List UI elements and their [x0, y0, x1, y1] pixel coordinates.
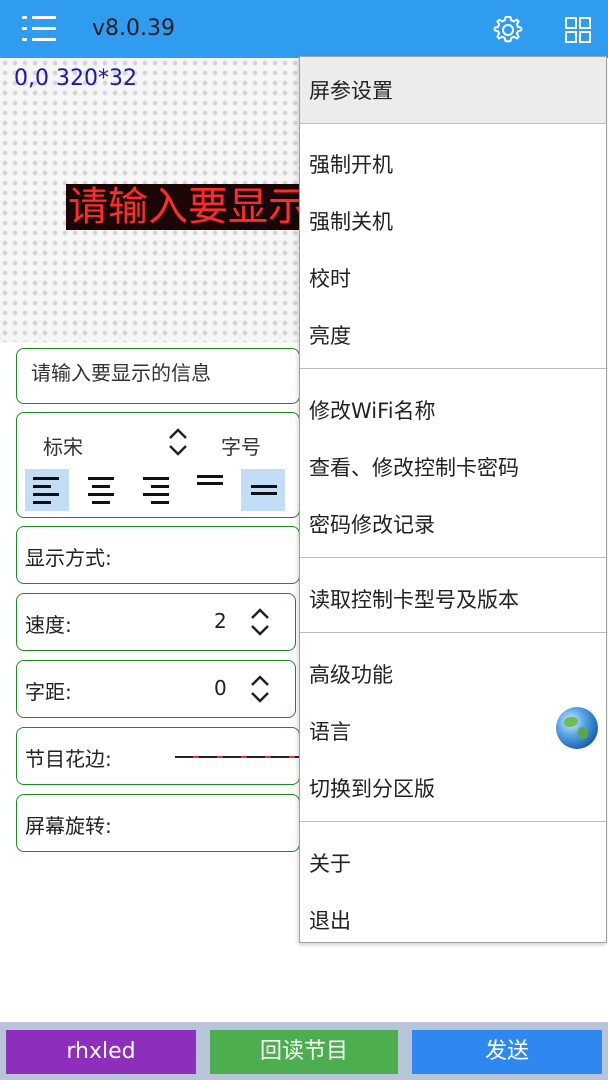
menu-item-force-off[interactable]: 强制关机 — [309, 206, 393, 236]
display-mode-label: 显示方式: — [25, 546, 112, 570]
top-bar: v8.0.39 — [0, 0, 608, 58]
menu-item-screen-params[interactable]: 屏参设置 — [309, 75, 393, 105]
align-right-icon[interactable] — [133, 469, 177, 511]
border-row[interactable]: 节目花边: — [16, 727, 301, 785]
menu-item-wifi-name[interactable]: 修改WiFi名称 — [309, 395, 436, 425]
align-left-icon[interactable] — [25, 469, 69, 511]
message-placeholder: 请输入要显示的信息 — [31, 361, 211, 385]
preview-coords: 0,0 320*32 — [14, 66, 137, 91]
display-mode-row[interactable]: 显示方式: — [16, 526, 300, 584]
border-label: 节目花边: — [25, 747, 112, 771]
dropdown-menu: 屏参设置 强制开机 强制关机 校时 亮度 修改WiFi名称 查看、修改控制卡密码… — [299, 56, 607, 943]
globe-icon[interactable] — [556, 707, 598, 749]
speed-label: 速度: — [25, 613, 72, 637]
menu-item-advanced[interactable]: 高级功能 — [309, 659, 393, 689]
speed-spinner-icon[interactable] — [249, 606, 271, 638]
menu-item-password-log[interactable]: 密码修改记录 — [309, 509, 435, 539]
led-text-area[interactable]: 请输入要显示的信息 — [66, 184, 300, 230]
menu-icon[interactable] — [22, 16, 56, 42]
font-size-label[interactable]: 字号 — [221, 431, 261, 460]
grid-icon[interactable] — [564, 16, 592, 44]
border-preview — [175, 756, 301, 758]
version-label: v8.0.39 — [92, 16, 175, 41]
menu-item-about[interactable]: 关于 — [309, 848, 351, 878]
send-button[interactable]: 发送 — [412, 1030, 602, 1074]
spacing-value: 0 — [214, 676, 227, 700]
speed-row: 速度: 2 — [16, 593, 296, 651]
font-settings-card: 标宋 字号 — [16, 412, 300, 518]
speed-value: 2 — [214, 609, 227, 633]
gear-icon[interactable] — [492, 14, 524, 46]
menu-item-brightness[interactable]: 亮度 — [309, 320, 351, 350]
align-top-icon[interactable] — [187, 469, 231, 511]
menu-item-exit[interactable]: 退出 — [309, 905, 351, 935]
menu-item-sync-time[interactable]: 校时 — [309, 263, 351, 293]
spacing-label: 字距: — [25, 680, 72, 704]
align-center-icon[interactable] — [79, 469, 123, 511]
rhxled-button[interactable]: rhxled — [6, 1030, 196, 1074]
spacing-row: 字距: 0 — [16, 660, 296, 718]
menu-item-language[interactable]: 语言 — [309, 716, 351, 746]
menu-item-force-on[interactable]: 强制开机 — [309, 149, 393, 179]
rotation-row[interactable]: 屏幕旋转: — [16, 794, 300, 852]
readback-button[interactable]: 回读节目 — [210, 1030, 398, 1074]
font-spinner-icon[interactable] — [167, 427, 189, 457]
align-middle-icon[interactable] — [241, 469, 285, 511]
menu-item-read-model[interactable]: 读取控制卡型号及版本 — [309, 584, 519, 614]
font-name-select[interactable]: 标宋 — [43, 431, 83, 460]
rotation-label: 屏幕旋转: — [25, 814, 112, 838]
message-input[interactable]: 请输入要显示的信息 — [16, 348, 300, 404]
menu-item-card-password[interactable]: 查看、修改控制卡密码 — [309, 452, 519, 482]
menu-item-partition[interactable]: 切换到分区版 — [309, 773, 435, 803]
spacing-spinner-icon[interactable] — [249, 673, 271, 705]
